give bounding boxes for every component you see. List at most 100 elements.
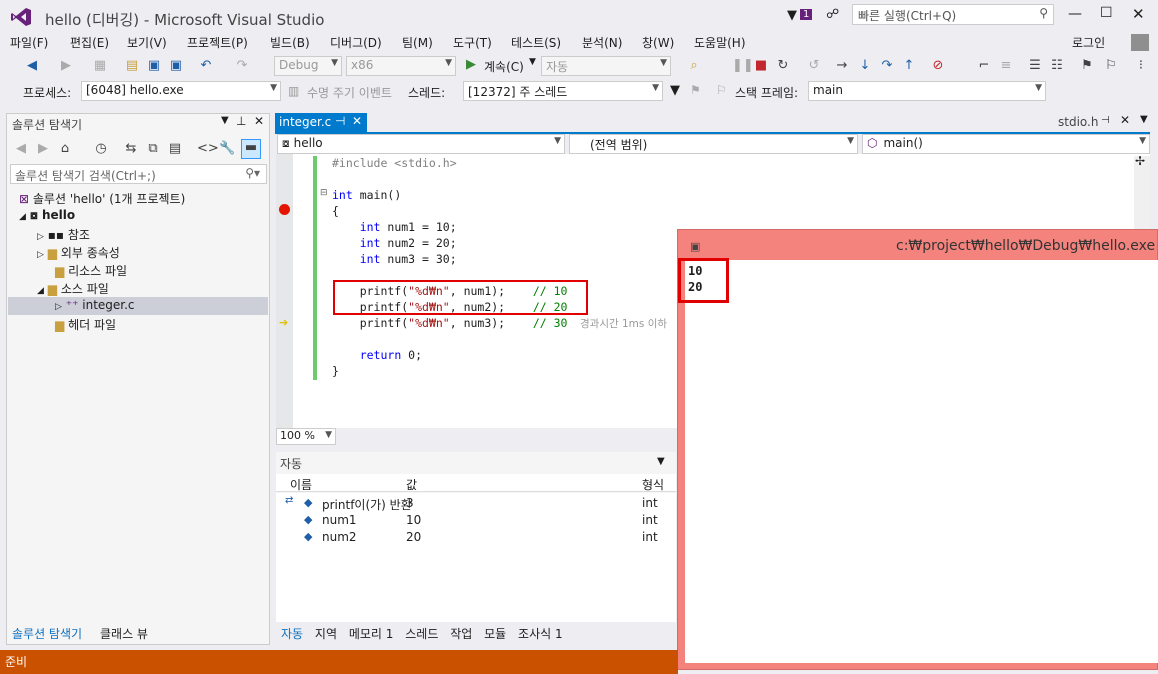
step-into-icon[interactable]: ↓ <box>857 58 873 74</box>
more-bookmarks-icon[interactable]: ⁝ <box>1133 58 1149 74</box>
tab-class-view[interactable]: 클래스 뷰 <box>100 625 148 642</box>
menu-help[interactable]: 도움말(H) <box>694 34 746 51</box>
integer-c-node[interactable]: ▷ ⁺⁺ integer.c <box>55 298 135 312</box>
open-file-icon[interactable]: ▤ <box>124 58 140 74</box>
save-all-icon[interactable]: ▣ <box>168 58 184 74</box>
continue-icon[interactable]: ▶ <box>466 57 476 72</box>
panel-menu-icon[interactable]: ▼ <box>221 115 229 126</box>
tab-solution-explorer[interactable]: 솔루션 탐색기 <box>12 625 82 642</box>
comment-icon[interactable]: ☰ <box>1027 58 1043 74</box>
collapse-region-icon[interactable]: ⊟ <box>320 188 328 198</box>
menu-test[interactable]: 테스트(S) <box>511 34 561 51</box>
menu-file[interactable]: 파일(F) <box>10 34 48 51</box>
step-over-arrow-icon[interactable]: → <box>834 58 850 74</box>
pin-icon[interactable]: ⊥ <box>236 114 246 128</box>
column-name[interactable]: 이름 <box>290 476 312 493</box>
view-code-icon[interactable]: <> <box>197 141 219 157</box>
collapse-icon[interactable]: ⧉ <box>145 141 161 157</box>
tab-memory[interactable]: 메모리 1 <box>349 627 394 641</box>
avatar[interactable] <box>1131 34 1149 51</box>
tab-overflow-icon[interactable]: ▼ <box>1140 114 1148 125</box>
history-icon[interactable]: ◷ <box>93 141 109 157</box>
prev-bookmark-icon[interactable]: ⚐ <box>1103 58 1119 74</box>
column-value[interactable]: 값 <box>406 476 417 493</box>
solution-node[interactable]: ⊠ 솔루션 'hello' (1개 프로젝트) <box>19 190 185 207</box>
sync-icon[interactable]: ⇆ <box>123 141 139 157</box>
lifecycle-events[interactable]: 수명 주기 이벤트 <box>307 84 392 101</box>
tab-pin-icon[interactable]: ⊣ <box>1101 115 1110 126</box>
thread-select[interactable]: [12372] 주 스레드 ▼ <box>463 81 663 101</box>
forward-icon[interactable]: ▶ <box>58 58 74 74</box>
signin-link[interactable]: 로그인 <box>1072 34 1105 51</box>
menu-view[interactable]: 보기(V) <box>127 34 167 51</box>
tab-tasks[interactable]: 작업 <box>450 627 472 641</box>
split-icon[interactable]: ✢ <box>1135 154 1145 168</box>
show-all-icon[interactable]: ▤ <box>167 141 183 157</box>
nav-scope-select[interactable]: (전역 범위) ▼ <box>569 134 858 154</box>
tab-integer-c[interactable]: integer.c ⊣ ✕ <box>275 113 367 132</box>
auto-select[interactable]: 자동 ▼ <box>541 56 671 76</box>
flag-toggle-icon[interactable]: ⚐ <box>716 83 727 97</box>
back-icon[interactable]: ◀ <box>24 58 40 74</box>
tab-autos[interactable]: 자동 <box>281 627 303 641</box>
properties-icon[interactable]: 🔧 <box>219 141 235 157</box>
stack-frame-select[interactable]: main ▼ <box>808 81 1046 101</box>
menu-analyze[interactable]: 분석(N) <box>582 34 622 51</box>
thread-filter-icon[interactable]: ▼ <box>670 83 680 98</box>
redo-icon[interactable]: ↷ <box>234 58 250 74</box>
menu-window[interactable]: 창(W) <box>642 34 674 51</box>
resource-files-node[interactable]: ▆ 리소스 파일 <box>55 262 127 279</box>
tab-pin-icon[interactable]: ⊣ <box>335 114 345 128</box>
tab-watch[interactable]: 조사식 1 <box>518 627 563 641</box>
hex-icon[interactable]: ≡ <box>998 58 1014 74</box>
flag-icon[interactable]: ⚑ <box>690 83 701 97</box>
autos-menu-icon[interactable]: ▼ <box>657 456 665 467</box>
nav-member-select[interactable]: ⬡ main() ▼ <box>862 134 1150 154</box>
pause-icon[interactable]: ❚❚ <box>732 58 754 74</box>
uncomment-icon[interactable]: ☷ <box>1049 58 1065 74</box>
menu-build[interactable]: 빌드(B) <box>270 34 310 51</box>
tab-close-icon[interactable]: ✕ <box>1120 113 1130 127</box>
code-map-icon[interactable]: ⌐ <box>976 58 992 74</box>
table-row[interactable]: ⇄ ◆ printf이(가) 반환 3 int <box>276 495 676 512</box>
restart-icon[interactable]: ↻ <box>775 58 791 74</box>
step-over-icon[interactable]: ↷ <box>879 58 895 74</box>
tab-threads[interactable]: 스레드 <box>405 627 438 641</box>
column-type[interactable]: 형식 <box>642 476 664 493</box>
external-deps-node[interactable]: ▷ ▆ 외부 종속성 <box>37 244 120 261</box>
process-select[interactable]: [6048] hello.exe ▼ <box>81 81 281 101</box>
menu-debug[interactable]: 디버그(D) <box>330 34 382 51</box>
menu-edit[interactable]: 편집(E) <box>70 34 109 51</box>
perf-tip[interactable]: 경과시간 1ms 이하 <box>580 316 667 331</box>
console-window[interactable]: ▣ c:₩project₩hello₩Debug₩hello.exe 10 20 <box>677 229 1158 670</box>
undo-icon[interactable]: ↶ <box>198 58 214 74</box>
solution-search-input[interactable]: 솔루션 탐색기 검색(Ctrl+;) ⚲▾ <box>10 164 267 184</box>
step-out-icon[interactable]: ↑ <box>901 58 917 74</box>
continue-button[interactable]: 계속(C) <box>484 58 524 75</box>
project-node[interactable]: ◢ ⧇ hello <box>19 208 75 223</box>
feedback-icon[interactable]: ☍ <box>826 7 839 22</box>
new-project-icon[interactable]: ▦ <box>92 58 108 74</box>
platform-select[interactable]: x86 ▼ <box>346 56 456 76</box>
config-select[interactable]: Debug ▼ <box>274 56 342 76</box>
find-icon[interactable]: ⌕ <box>686 58 702 74</box>
minimize-button[interactable]: — <box>1068 6 1082 22</box>
breakpoints-icon[interactable]: ⊘ <box>930 58 946 74</box>
bookmark-icon[interactable]: ⚑ <box>1079 58 1095 74</box>
header-files-node[interactable]: ▆ 헤더 파일 <box>55 316 116 333</box>
tab-close-icon[interactable]: ✕ <box>352 114 362 128</box>
tab-stdio-h[interactable]: stdio.h <box>1058 115 1098 129</box>
lifecycle-icon[interactable]: ▥ <box>288 84 299 98</box>
filter-icon[interactable]: ▼ <box>787 8 797 23</box>
maximize-button[interactable]: ☐ <box>1100 5 1113 21</box>
notification-badge[interactable]: 1 <box>800 9 813 20</box>
table-row[interactable]: ◆ num2 20 int <box>276 529 676 546</box>
breakpoint-icon[interactable] <box>279 204 290 215</box>
se-back-icon[interactable]: ◀ <box>13 141 29 157</box>
tab-locals[interactable]: 지역 <box>315 627 337 641</box>
quick-launch-input[interactable]: 빠른 실행(Ctrl+Q) ⚲ <box>852 4 1054 25</box>
table-row[interactable]: ◆ num1 10 int <box>276 512 676 529</box>
source-files-node[interactable]: ◢ ▆ 소스 파일 <box>37 280 109 297</box>
menu-project[interactable]: 프로젝트(P) <box>187 34 248 51</box>
continue-dropdown-icon[interactable]: ▼ <box>529 57 536 67</box>
